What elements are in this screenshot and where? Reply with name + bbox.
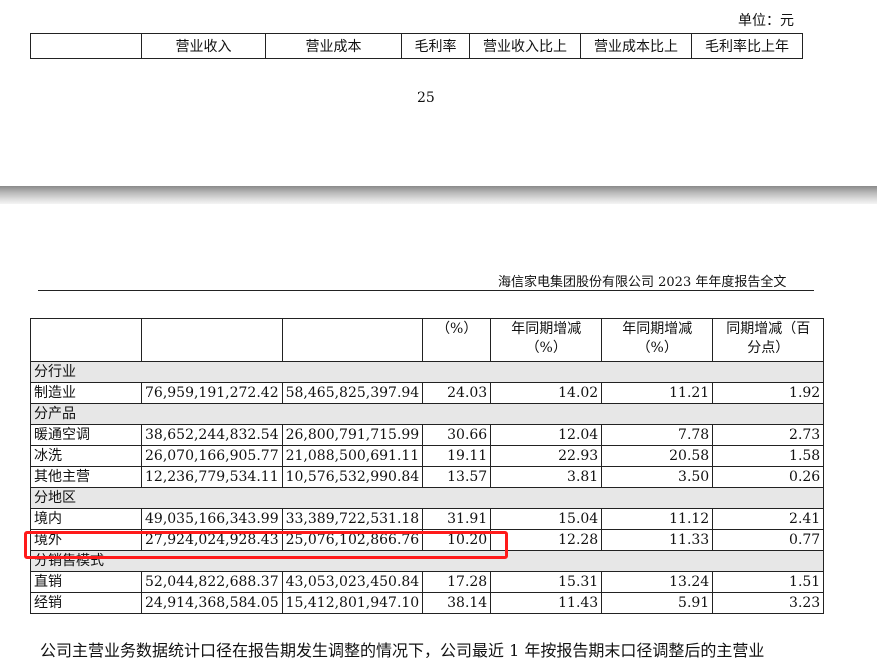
previous-page-section: 单位：元 营业收入 营业成本 毛利率 营业收入比上 营业成本比上 毛利率比上年 … <box>0 0 877 186</box>
table-cell: 49,035,166,343.99 <box>141 508 283 530</box>
header-blank <box>281 318 424 362</box>
header-rev-change: 年同期增减 （%） <box>490 318 603 362</box>
table-cell: 15.31 <box>490 571 603 593</box>
table-cell: 5.91 <box>601 592 714 614</box>
table-cell: 76,959,191,272.42 <box>141 382 283 404</box>
header-cell-margin: 毛利率 <box>401 33 470 59</box>
table-cell: 12,236,779,534.11 <box>141 466 283 488</box>
table-cell: 1.92 <box>712 382 825 404</box>
table-row: 冰洗 26,070,166,905.77 21,088,500,691.11 19.1… <box>30 445 825 467</box>
group-label: 分地区 <box>29 487 825 509</box>
row-label: 直销 <box>30 571 142 593</box>
table-cell: 22.93 <box>490 445 603 467</box>
table-cell: 11.12 <box>601 508 714 530</box>
table-cell: 12.04 <box>490 424 603 446</box>
highlight-box-overseas <box>24 531 508 559</box>
table-cell: 14.02 <box>490 382 603 404</box>
table-cell: 20.58 <box>601 445 714 467</box>
table-cell: 24.03 <box>422 382 492 404</box>
table-row: 制造业 76,959,191,272.42 58,465,825,397.94 24.… <box>30 382 825 404</box>
header-blank <box>141 318 283 362</box>
table-cell: 19.11 <box>422 445 492 467</box>
table-row: 直销 52,044,822,688.37 43,053,023,450.84 17.2… <box>30 571 825 593</box>
table-cell: 38.14 <box>422 592 492 614</box>
table-cell: 10,576,532,990.84 <box>281 466 424 488</box>
table-cell: 3.50 <box>601 466 714 488</box>
row-label: 经销 <box>30 592 142 614</box>
table-row: 其他主营 12,236,779,534.11 10,576,532,990.84 13… <box>30 466 825 488</box>
row-label: 制造业 <box>30 382 142 404</box>
table-cell: 1.58 <box>712 445 825 467</box>
group-row: 分行业 <box>29 361 825 383</box>
table-cell: 30.66 <box>422 424 492 446</box>
table-cell: 2.41 <box>712 508 825 530</box>
table-cell: 3.23 <box>712 592 825 614</box>
row-label: 境内 <box>30 508 142 530</box>
row-label: 暖通空调 <box>30 424 142 446</box>
table-cell: 21,088,500,691.11 <box>281 445 424 467</box>
page-number: 25 <box>417 90 435 106</box>
running-head: 海信家电集团股份有限公司 2023 年年度报告全文 <box>498 275 787 290</box>
body-paragraph: 公司主营业务数据统计口径在报告期发生调整的情况下，公司最近 1 年按报告期末口径… <box>40 641 765 660</box>
group-row: 分地区 <box>29 487 825 509</box>
table-cell: 11.43 <box>490 592 603 614</box>
continued-header-table: 营业收入 营业成本 毛利率 营业收入比上 营业成本比上 毛利率比上年 <box>30 33 803 59</box>
page-separator <box>0 186 877 204</box>
table-row: 经销 24,914,368,584.05 15,412,801,947.10 38.1… <box>30 592 825 614</box>
table-cell: 15.04 <box>490 508 603 530</box>
table-row: 暖通空调 38,652,244,832.54 26,800,791,715.99 30… <box>30 424 825 446</box>
header-cell-cost-change: 营业成本比上 <box>580 33 692 59</box>
running-head-rule <box>38 290 814 291</box>
group-label: 分产品 <box>29 403 825 425</box>
table-cell: 33,389,722,531.18 <box>281 508 424 530</box>
table-cell: 38,652,244,832.54 <box>141 424 283 446</box>
table-cell: 15,412,801,947.10 <box>281 592 424 614</box>
table-header-row: （%） 年同期增减 （%） 年同期增减 （%） 同期增减（百 分点） <box>30 318 825 362</box>
group-label: 分行业 <box>29 361 825 383</box>
table-cell: 11.33 <box>601 529 714 551</box>
table-cell: 52,044,822,688.37 <box>141 571 283 593</box>
table-cell: 13.57 <box>422 466 492 488</box>
table-cell: 1.51 <box>712 571 825 593</box>
header-cost-change: 年同期增减 （%） <box>601 318 714 362</box>
table-cell: 26,070,166,905.77 <box>141 445 283 467</box>
table-cell: 2.73 <box>712 424 825 446</box>
header-margin-change: 同期增减（百 分点） <box>712 318 825 362</box>
header-cell <box>30 33 142 59</box>
table-cell: 3.81 <box>490 466 603 488</box>
table-cell: 17.28 <box>422 571 492 593</box>
table-row: 境内 49,035,166,343.99 33,389,722,531.18 31.9… <box>30 508 825 530</box>
table-cell: 43,053,023,450.84 <box>281 571 424 593</box>
table-cell: 58,465,825,397.94 <box>281 382 424 404</box>
header-cell-cost: 营业成本 <box>265 33 402 59</box>
revenue-breakdown-table: （%） 年同期增减 （%） 年同期增减 （%） 同期增减（百 分点） 分行业 制造业 76… <box>29 318 825 614</box>
header-blank <box>30 318 142 362</box>
header-cell-revenue: 营业收入 <box>141 33 266 59</box>
row-label: 冰洗 <box>30 445 142 467</box>
table-cell: 24,914,368,584.05 <box>141 592 283 614</box>
group-row: 分产品 <box>29 403 825 425</box>
header-row: 营业收入 营业成本 毛利率 营业收入比上 营业成本比上 毛利率比上年 <box>30 33 803 59</box>
table-cell: 13.24 <box>601 571 714 593</box>
header-margin: （%） <box>422 318 492 362</box>
unit-label: 单位：元 <box>738 13 794 29</box>
table-cell: 26,800,791,715.99 <box>281 424 424 446</box>
table-cell: 0.77 <box>712 529 825 551</box>
table-cell: 11.21 <box>601 382 714 404</box>
table-cell: 7.78 <box>601 424 714 446</box>
table-cell: 0.26 <box>712 466 825 488</box>
header-cell-rev-change: 营业收入比上 <box>469 33 581 59</box>
table-cell: 31.91 <box>422 508 492 530</box>
row-label: 其他主营 <box>30 466 142 488</box>
header-cell-margin-change: 毛利率比上年 <box>691 33 803 59</box>
